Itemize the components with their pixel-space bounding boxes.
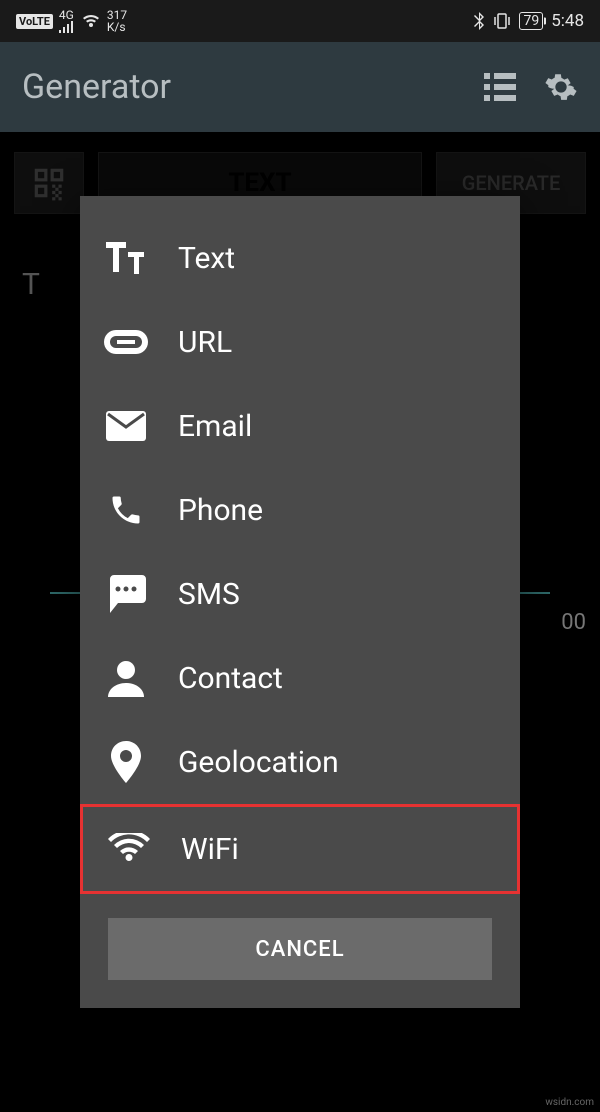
menu-item-geolocation[interactable]: Geolocation <box>80 720 520 804</box>
network-type: 4G <box>59 9 74 21</box>
contact-icon <box>104 656 148 700</box>
menu-label: Email <box>178 409 252 444</box>
menu-label: Text <box>178 241 235 276</box>
clock: 5:48 <box>551 11 584 31</box>
menu-item-url[interactable]: URL <box>80 300 520 384</box>
menu-item-wifi[interactable]: WiFi <box>80 804 520 894</box>
sms-icon <box>104 572 148 616</box>
app-bar: Generator <box>0 42 600 132</box>
wifi-icon <box>107 827 151 871</box>
location-icon <box>104 740 148 784</box>
field-label: T <box>22 267 40 302</box>
char-counter: 00 <box>561 610 586 635</box>
menu-label: Phone <box>178 493 263 528</box>
status-bar: VoLTE 4G 317 K/s 79 5:48 <box>0 0 600 42</box>
menu-item-phone[interactable]: Phone <box>80 468 520 552</box>
type-picker-dialog: Text URL Email Phone SMS Contact Geolo <box>80 196 520 1008</box>
speed-unit: K/s <box>107 21 126 33</box>
qr-preview-button[interactable] <box>14 152 84 214</box>
menu-label: Contact <box>178 661 283 696</box>
bluetooth-icon <box>473 12 485 30</box>
gear-icon[interactable] <box>544 70 578 104</box>
menu-label: URL <box>178 325 232 360</box>
link-icon <box>104 320 148 364</box>
signal-icon <box>59 21 75 33</box>
list-view-icon[interactable] <box>484 73 516 101</box>
vibrate-icon <box>493 12 511 30</box>
email-icon <box>104 404 148 448</box>
cancel-button[interactable]: CANCEL <box>108 918 492 980</box>
watermark: wsidn.com <box>545 1097 594 1108</box>
volte-indicator: VoLTE <box>16 14 53 29</box>
menu-label: Geolocation <box>178 745 339 780</box>
menu-label: SMS <box>178 577 240 612</box>
menu-item-contact[interactable]: Contact <box>80 636 520 720</box>
phone-icon <box>104 488 148 532</box>
menu-item-sms[interactable]: SMS <box>80 552 520 636</box>
battery-indicator: 79 <box>519 12 543 30</box>
menu-item-email[interactable]: Email <box>80 384 520 468</box>
menu-item-text[interactable]: Text <box>80 216 520 300</box>
text-icon <box>104 236 148 280</box>
page-title: Generator <box>22 67 171 107</box>
menu-label: WiFi <box>181 832 239 867</box>
wifi-icon <box>81 13 101 29</box>
